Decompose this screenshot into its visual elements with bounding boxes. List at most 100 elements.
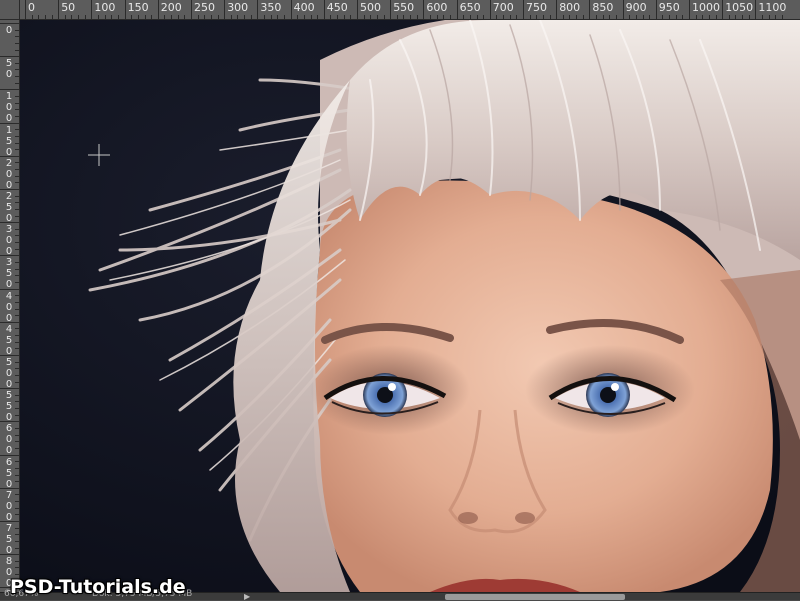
ruler-minor-tick <box>15 560 19 562</box>
ruler-minor-tick <box>768 15 770 19</box>
ruler-minor-tick <box>15 341 19 343</box>
ruler-minor-tick <box>662 15 664 19</box>
ruler-major-tick <box>0 355 19 356</box>
ruler-label: 200 <box>4 158 14 191</box>
ruler-minor-tick <box>15 42 19 44</box>
ruler-major-tick <box>556 0 558 19</box>
ruler-label-char: 0 <box>5 434 13 446</box>
ruler-minor-tick <box>15 82 19 84</box>
ruler-minor-tick <box>735 15 737 19</box>
ruler-label-char: 2 <box>5 191 13 202</box>
ruler-minor-tick <box>71 15 73 19</box>
ruler-minor-tick <box>15 461 19 463</box>
ruler-minor-tick <box>303 15 305 19</box>
ruler-minor-tick <box>529 15 531 19</box>
ruler-minor-tick <box>542 15 544 19</box>
ruler-minor-tick <box>15 301 19 303</box>
ruler-minor-tick <box>635 15 637 19</box>
horizontal-ruler[interactable]: 0 50 100 150 200 250 300 350 400 450 500 550 600 650 7… <box>20 0 800 20</box>
ruler-label-char: 0 <box>5 69 13 81</box>
ruler-minor-tick <box>15 567 19 569</box>
ruler-label: 1100 <box>758 1 787 14</box>
ruler-major-tick <box>423 0 425 19</box>
ruler-minor-tick <box>230 15 232 19</box>
ruler-minor-tick <box>44 15 46 19</box>
ruler-label-char: 5 <box>5 357 13 368</box>
ruler-label: 650 <box>4 457 14 490</box>
ruler-label-char: 7 <box>5 523 13 534</box>
ruler-minor-tick <box>15 467 19 469</box>
ruler-minor-tick <box>15 315 19 317</box>
ruler-minor-tick <box>264 15 266 19</box>
ruler-minor-tick <box>363 15 365 19</box>
ruler-major-tick <box>489 0 491 19</box>
ruler-label: 0 <box>28 1 35 14</box>
ruler-minor-tick <box>15 481 19 483</box>
ruler-minor-tick <box>15 534 19 536</box>
ruler-minor-tick <box>596 15 598 19</box>
ruler-minor-tick <box>449 15 451 19</box>
horizontal-scrollbar-thumb[interactable] <box>445 594 625 600</box>
ruler-major-tick <box>224 0 226 19</box>
ruler-major-tick <box>390 0 392 19</box>
ruler-label: 100 <box>4 91 14 124</box>
ruler-minor-tick <box>15 328 19 330</box>
ruler-major-tick <box>0 122 19 124</box>
vertical-ruler[interactable]: 0501001502002503003504004505005506006507… <box>0 20 20 592</box>
ruler-minor-tick <box>15 527 19 529</box>
ruler-minor-tick <box>184 15 186 19</box>
ruler-minor-tick <box>629 15 631 19</box>
document-canvas[interactable] <box>20 20 800 592</box>
portrait-photo <box>20 20 800 592</box>
ruler-minor-tick <box>715 15 717 19</box>
ruler-minor-tick <box>15 102 19 104</box>
ruler-minor-tick <box>98 15 100 19</box>
ruler-minor-tick <box>15 361 19 363</box>
ruler-minor-tick <box>15 96 19 98</box>
ruler-minor-tick <box>15 62 19 64</box>
ruler-major-tick <box>124 0 126 19</box>
ruler-label-char: 6 <box>5 456 13 468</box>
ruler-label: 400 <box>4 291 14 324</box>
ruler-label: 450 <box>326 1 348 14</box>
ruler-label: 50 <box>4 58 14 80</box>
ruler-major-tick <box>0 155 19 157</box>
ruler-major-tick <box>58 0 60 19</box>
ruler-major-tick <box>0 89 19 91</box>
ruler-label: 950 <box>658 1 680 14</box>
ruler-minor-tick <box>15 202 19 204</box>
ruler-minor-tick <box>15 441 19 443</box>
ruler-minor-tick <box>237 15 239 19</box>
ruler-minor-tick <box>15 36 19 38</box>
crosshair-icon <box>88 144 110 166</box>
ruler-major-tick <box>0 487 19 489</box>
ruler-minor-tick <box>244 15 246 19</box>
ruler-major-tick <box>0 388 19 390</box>
ruler-minor-tick <box>15 281 19 283</box>
ruler-minor-tick <box>197 15 199 19</box>
ruler-origin-corner[interactable] <box>0 0 20 20</box>
ruler-label-char: 0 <box>5 168 13 180</box>
ruler-major-tick <box>0 189 19 190</box>
ruler-minor-tick <box>38 15 40 19</box>
ruler-major-tick <box>191 0 192 19</box>
ruler-label-char: 4 <box>5 290 13 302</box>
ruler-label: 250 <box>194 1 215 14</box>
ruler-major-tick <box>722 0 724 19</box>
ruler-minor-tick <box>15 142 19 144</box>
ruler-major-tick <box>0 23 19 24</box>
ruler-label: 750 <box>4 523 14 556</box>
ruler-major-tick <box>456 0 458 19</box>
ruler-label-char: 5 <box>5 401 13 413</box>
ruler-label-char: 2 <box>5 157 13 169</box>
ruler-minor-tick <box>104 15 106 19</box>
ruler-minor-tick <box>410 15 412 19</box>
ruler-minor-tick <box>15 135 19 137</box>
ruler-minor-tick <box>15 401 19 403</box>
ruler-minor-tick <box>469 15 471 19</box>
ruler-minor-tick <box>430 15 432 19</box>
ruler-label: 600 <box>426 1 448 14</box>
ruler-minor-tick <box>15 547 19 549</box>
ruler-minor-tick <box>15 408 19 410</box>
ruler-minor-tick <box>210 15 212 19</box>
